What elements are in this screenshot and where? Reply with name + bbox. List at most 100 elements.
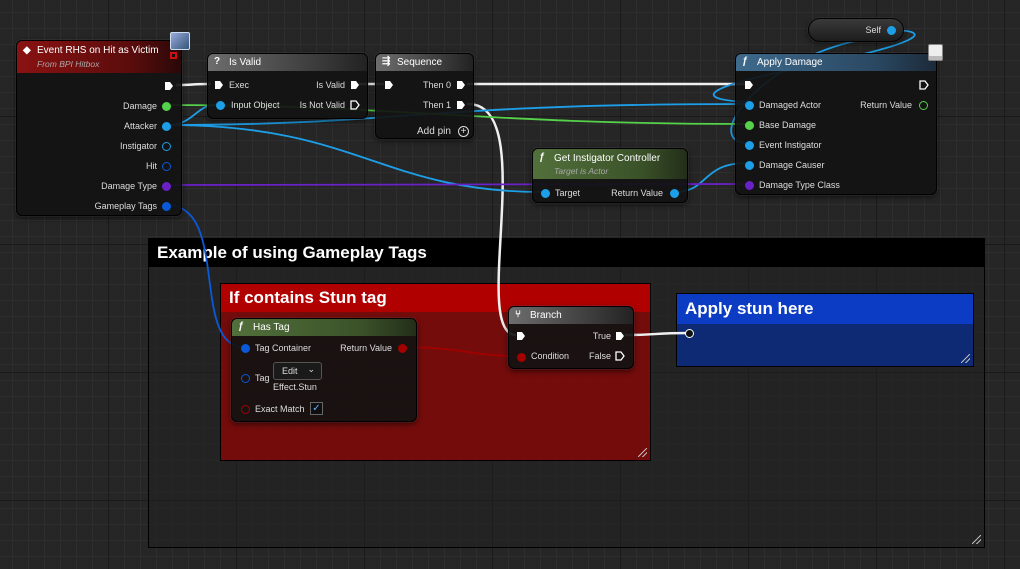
has-tag-node[interactable]: ƒ Has Tag Tag Container Return Value Tag… — [231, 318, 417, 422]
reroute-knot[interactable] — [685, 329, 694, 338]
has-tag-return-label: Return Value — [340, 343, 392, 353]
event-output-gameplay-tags: Gameplay Tags — [94, 201, 157, 211]
self-label: Self — [865, 25, 881, 35]
apply-damage-header[interactable]: ƒ Apply Damage — [736, 54, 936, 71]
function-icon: ƒ — [742, 56, 748, 67]
target-pin[interactable] — [541, 189, 550, 198]
condition-label: Condition — [531, 351, 570, 361]
damaged-actor-label: Damaged Actor — [759, 100, 822, 110]
function-icon: ƒ — [539, 152, 545, 163]
event-node-title: Event RHS on Hit as Victim — [37, 45, 159, 56]
sequence-title: Sequence — [397, 57, 443, 68]
sequence-header[interactable]: ⇶ Sequence — [376, 54, 473, 71]
branch-header[interactable]: ⑂ Branch — [509, 307, 633, 324]
base-damage-pin[interactable] — [745, 121, 754, 130]
event-node-header[interactable]: ◆ Event RHS on Hit as Victim From BPI Hi… — [17, 41, 181, 73]
add-pin-plus-icon[interactable]: + — [458, 126, 469, 137]
sequence-exec-in-pin[interactable] — [384, 80, 394, 90]
attacker-pin[interactable] — [162, 122, 171, 131]
gameplay-tags-pin[interactable] — [162, 202, 171, 211]
is-valid-exec-label: Exec — [229, 80, 250, 90]
branch-icon: ⑂ — [515, 309, 521, 320]
branch-false-pin[interactable] — [615, 351, 625, 361]
tag-container-label: Tag Container — [255, 343, 312, 353]
object-wire-attacker-to-target — [166, 124, 544, 193]
get-instigator-header[interactable]: ƒ Get Instigator Controller Target is Ac… — [533, 149, 687, 179]
self-node[interactable]: Self — [808, 18, 904, 42]
branch-true-pin[interactable] — [615, 331, 625, 341]
event-instigator-label: Event Instigator — [759, 140, 822, 150]
event-node-rhs-on-hit[interactable]: ◆ Event RHS on Hit as Victim From BPI Hi… — [16, 40, 182, 216]
exact-match-pin[interactable] — [241, 405, 250, 414]
event-instigator-pin[interactable] — [745, 141, 754, 150]
damage-causer-label: Damage Causer — [759, 160, 825, 170]
hit-pin[interactable] — [162, 162, 171, 171]
base-damage-label: Base Damage — [759, 120, 817, 130]
is-valid-exec-in-pin[interactable] — [214, 80, 224, 90]
branch-true-label: True — [592, 331, 611, 341]
server-authority-icon — [928, 44, 943, 61]
event-diamond-icon: ◆ — [23, 45, 31, 56]
then0-label: Then 0 — [422, 80, 451, 90]
is-valid-node[interactable]: ? Is Valid Exec Is Valid Input Object Is… — [207, 53, 368, 119]
event-exec-output-pin[interactable] — [164, 81, 174, 91]
exact-match-checkbox[interactable]: ✓ — [310, 402, 323, 415]
apply-damage-node[interactable]: ƒ Apply Damage Damaged Actor Return Valu… — [735, 53, 937, 195]
then1-label: Then 1 — [422, 100, 451, 110]
apply-damage-exec-in-pin[interactable] — [744, 80, 754, 90]
is-valid-title: Is Valid — [229, 57, 262, 68]
get-instigator-return-pin[interactable] — [670, 189, 679, 198]
apply-damage-return-label: Return Value — [860, 100, 912, 110]
get-instigator-title: Get Instigator Controller — [554, 153, 661, 164]
event-node-subtitle: From BPI Hitbox — [37, 59, 100, 69]
condition-pin[interactable] — [517, 353, 526, 362]
damage-type-class-pin[interactable] — [745, 181, 754, 190]
tag-container-pin[interactable] — [241, 344, 250, 353]
event-output-damage-type: Damage Type — [101, 181, 157, 191]
branch-title: Branch — [530, 310, 562, 321]
damage-type-pin[interactable] — [162, 182, 171, 191]
is-valid-output-label: Is Valid — [316, 80, 345, 90]
exec-wire-branch-true — [624, 331, 692, 337]
event-output-damage: Damage — [122, 101, 157, 111]
event-output-hit: Hit — [146, 161, 157, 171]
apply-damage-return-pin[interactable] — [919, 101, 928, 110]
apply-damage-exec-out-pin[interactable] — [919, 80, 929, 90]
damaged-actor-pin[interactable] — [745, 101, 754, 110]
branch-exec-in-pin[interactable] — [516, 331, 526, 341]
exact-match-label: Exact Match — [255, 404, 305, 414]
get-instigator-subtitle: Target is Actor — [554, 166, 609, 176]
damage-pin[interactable] — [162, 102, 171, 111]
add-pin-label[interactable]: Add pin — [417, 126, 451, 137]
branch-node[interactable]: ⑂ Branch True Condition False — [508, 306, 634, 369]
network-replication-icon — [170, 32, 190, 50]
then1-exec-pin[interactable] — [456, 100, 466, 110]
event-delegate-pin[interactable] — [170, 52, 177, 59]
tag-value-text: Effect.Stun — [273, 382, 317, 392]
target-label: Target — [555, 188, 581, 198]
sequence-node[interactable]: ⇶ Sequence Then 0 Then 1 Add pin + — [375, 53, 474, 139]
get-instigator-controller-node[interactable]: ƒ Get Instigator Controller Target is Ac… — [532, 148, 688, 203]
event-output-attacker: Attacker — [123, 121, 157, 131]
damage-causer-pin[interactable] — [745, 161, 754, 170]
is-not-valid-exec-pin[interactable] — [350, 100, 360, 110]
event-output-instigator: Instigator — [119, 141, 157, 151]
has-tag-return-pin[interactable] — [398, 344, 407, 353]
chevron-down-icon: ⌄ — [307, 364, 315, 374]
function-icon: ƒ — [238, 321, 244, 332]
is-valid-exec-out-pin[interactable] — [350, 80, 360, 90]
question-icon: ? — [214, 56, 221, 67]
branch-false-label: False — [588, 351, 611, 361]
self-output-pin[interactable] — [887, 26, 896, 35]
instigator-pin[interactable] — [162, 142, 171, 151]
bool-wire-hastag-to-branch — [401, 346, 522, 357]
input-object-pin[interactable] — [216, 101, 225, 110]
tag-pin[interactable] — [241, 374, 250, 383]
is-valid-header[interactable]: ? Is Valid — [208, 54, 367, 71]
has-tag-title: Has Tag — [253, 322, 290, 333]
tag-edit-button[interactable]: Edit ⌄ — [273, 362, 322, 380]
then0-exec-pin[interactable] — [456, 80, 466, 90]
tag-label: Tag — [255, 373, 270, 383]
has-tag-header[interactable]: ƒ Has Tag — [232, 319, 416, 336]
get-instigator-return-label: Return Value — [611, 188, 663, 198]
